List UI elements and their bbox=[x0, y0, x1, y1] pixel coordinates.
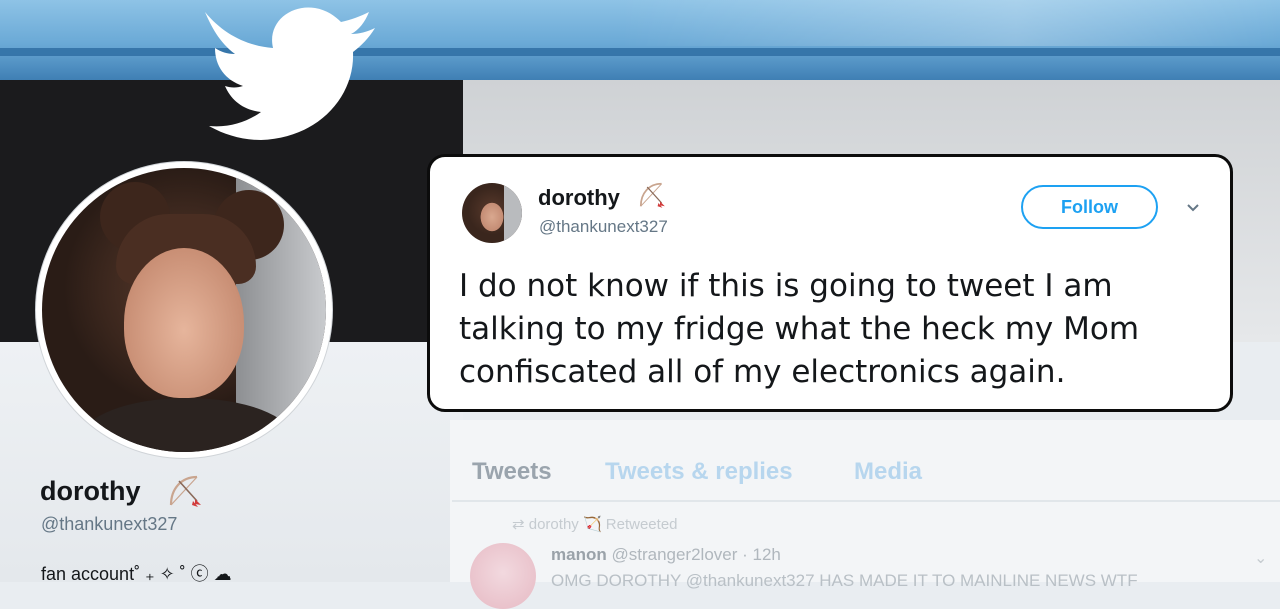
profile-photo bbox=[42, 168, 326, 452]
profile-name: dorothy bbox=[40, 476, 141, 506]
timeline-author-name: manon bbox=[551, 545, 607, 564]
bow-and-arrow-icon bbox=[639, 182, 665, 208]
tweet-card: dorothy @thankunext327 Follow I do not k… bbox=[427, 154, 1233, 412]
follow-button[interactable]: Follow bbox=[1021, 185, 1158, 229]
retweet-icon: ⇄ bbox=[512, 516, 529, 533]
chevron-down-icon[interactable] bbox=[1186, 201, 1200, 215]
tweet-text: I do not know if this is going to tweet … bbox=[459, 268, 1140, 390]
profile-handle: @thankunext327 bbox=[41, 514, 178, 534]
profile-avatar[interactable] bbox=[36, 162, 332, 458]
twitter-bird-icon bbox=[205, 7, 375, 140]
top-banner bbox=[0, 0, 1280, 80]
tweet-author-name[interactable]: dorothy bbox=[538, 185, 620, 211]
profile-bio: fan account˚ ₊ ✧ ˚ ⓒ ☁ bbox=[41, 564, 232, 584]
banner-stripe bbox=[0, 48, 1280, 56]
bow-and-arrow-icon bbox=[169, 475, 201, 507]
tab-media[interactable]: Media bbox=[854, 458, 922, 486]
timeline-author-handle: @stranger2lover · 12h bbox=[611, 545, 781, 564]
tab-tweets-and-replies[interactable]: Tweets & replies bbox=[605, 458, 793, 486]
chevron-down-icon[interactable]: ⌄ bbox=[1254, 548, 1267, 567]
timeline-avatar[interactable] bbox=[470, 543, 536, 609]
tweet-avatar[interactable] bbox=[462, 183, 522, 243]
tabs-divider bbox=[452, 500, 1280, 502]
banner-shine bbox=[620, 0, 1280, 46]
tweet-author-handle[interactable]: @thankunext327 bbox=[539, 217, 668, 237]
tab-tweets[interactable]: Tweets bbox=[472, 458, 552, 486]
timeline-author: manon @stranger2lover · 12h bbox=[551, 545, 781, 565]
timeline-tweet-text: OMG DOROTHY @thankunext327 HAS MADE IT T… bbox=[551, 571, 1138, 590]
retweeted-label: ⇄ dorothy 🏹 Retweeted bbox=[512, 516, 678, 533]
